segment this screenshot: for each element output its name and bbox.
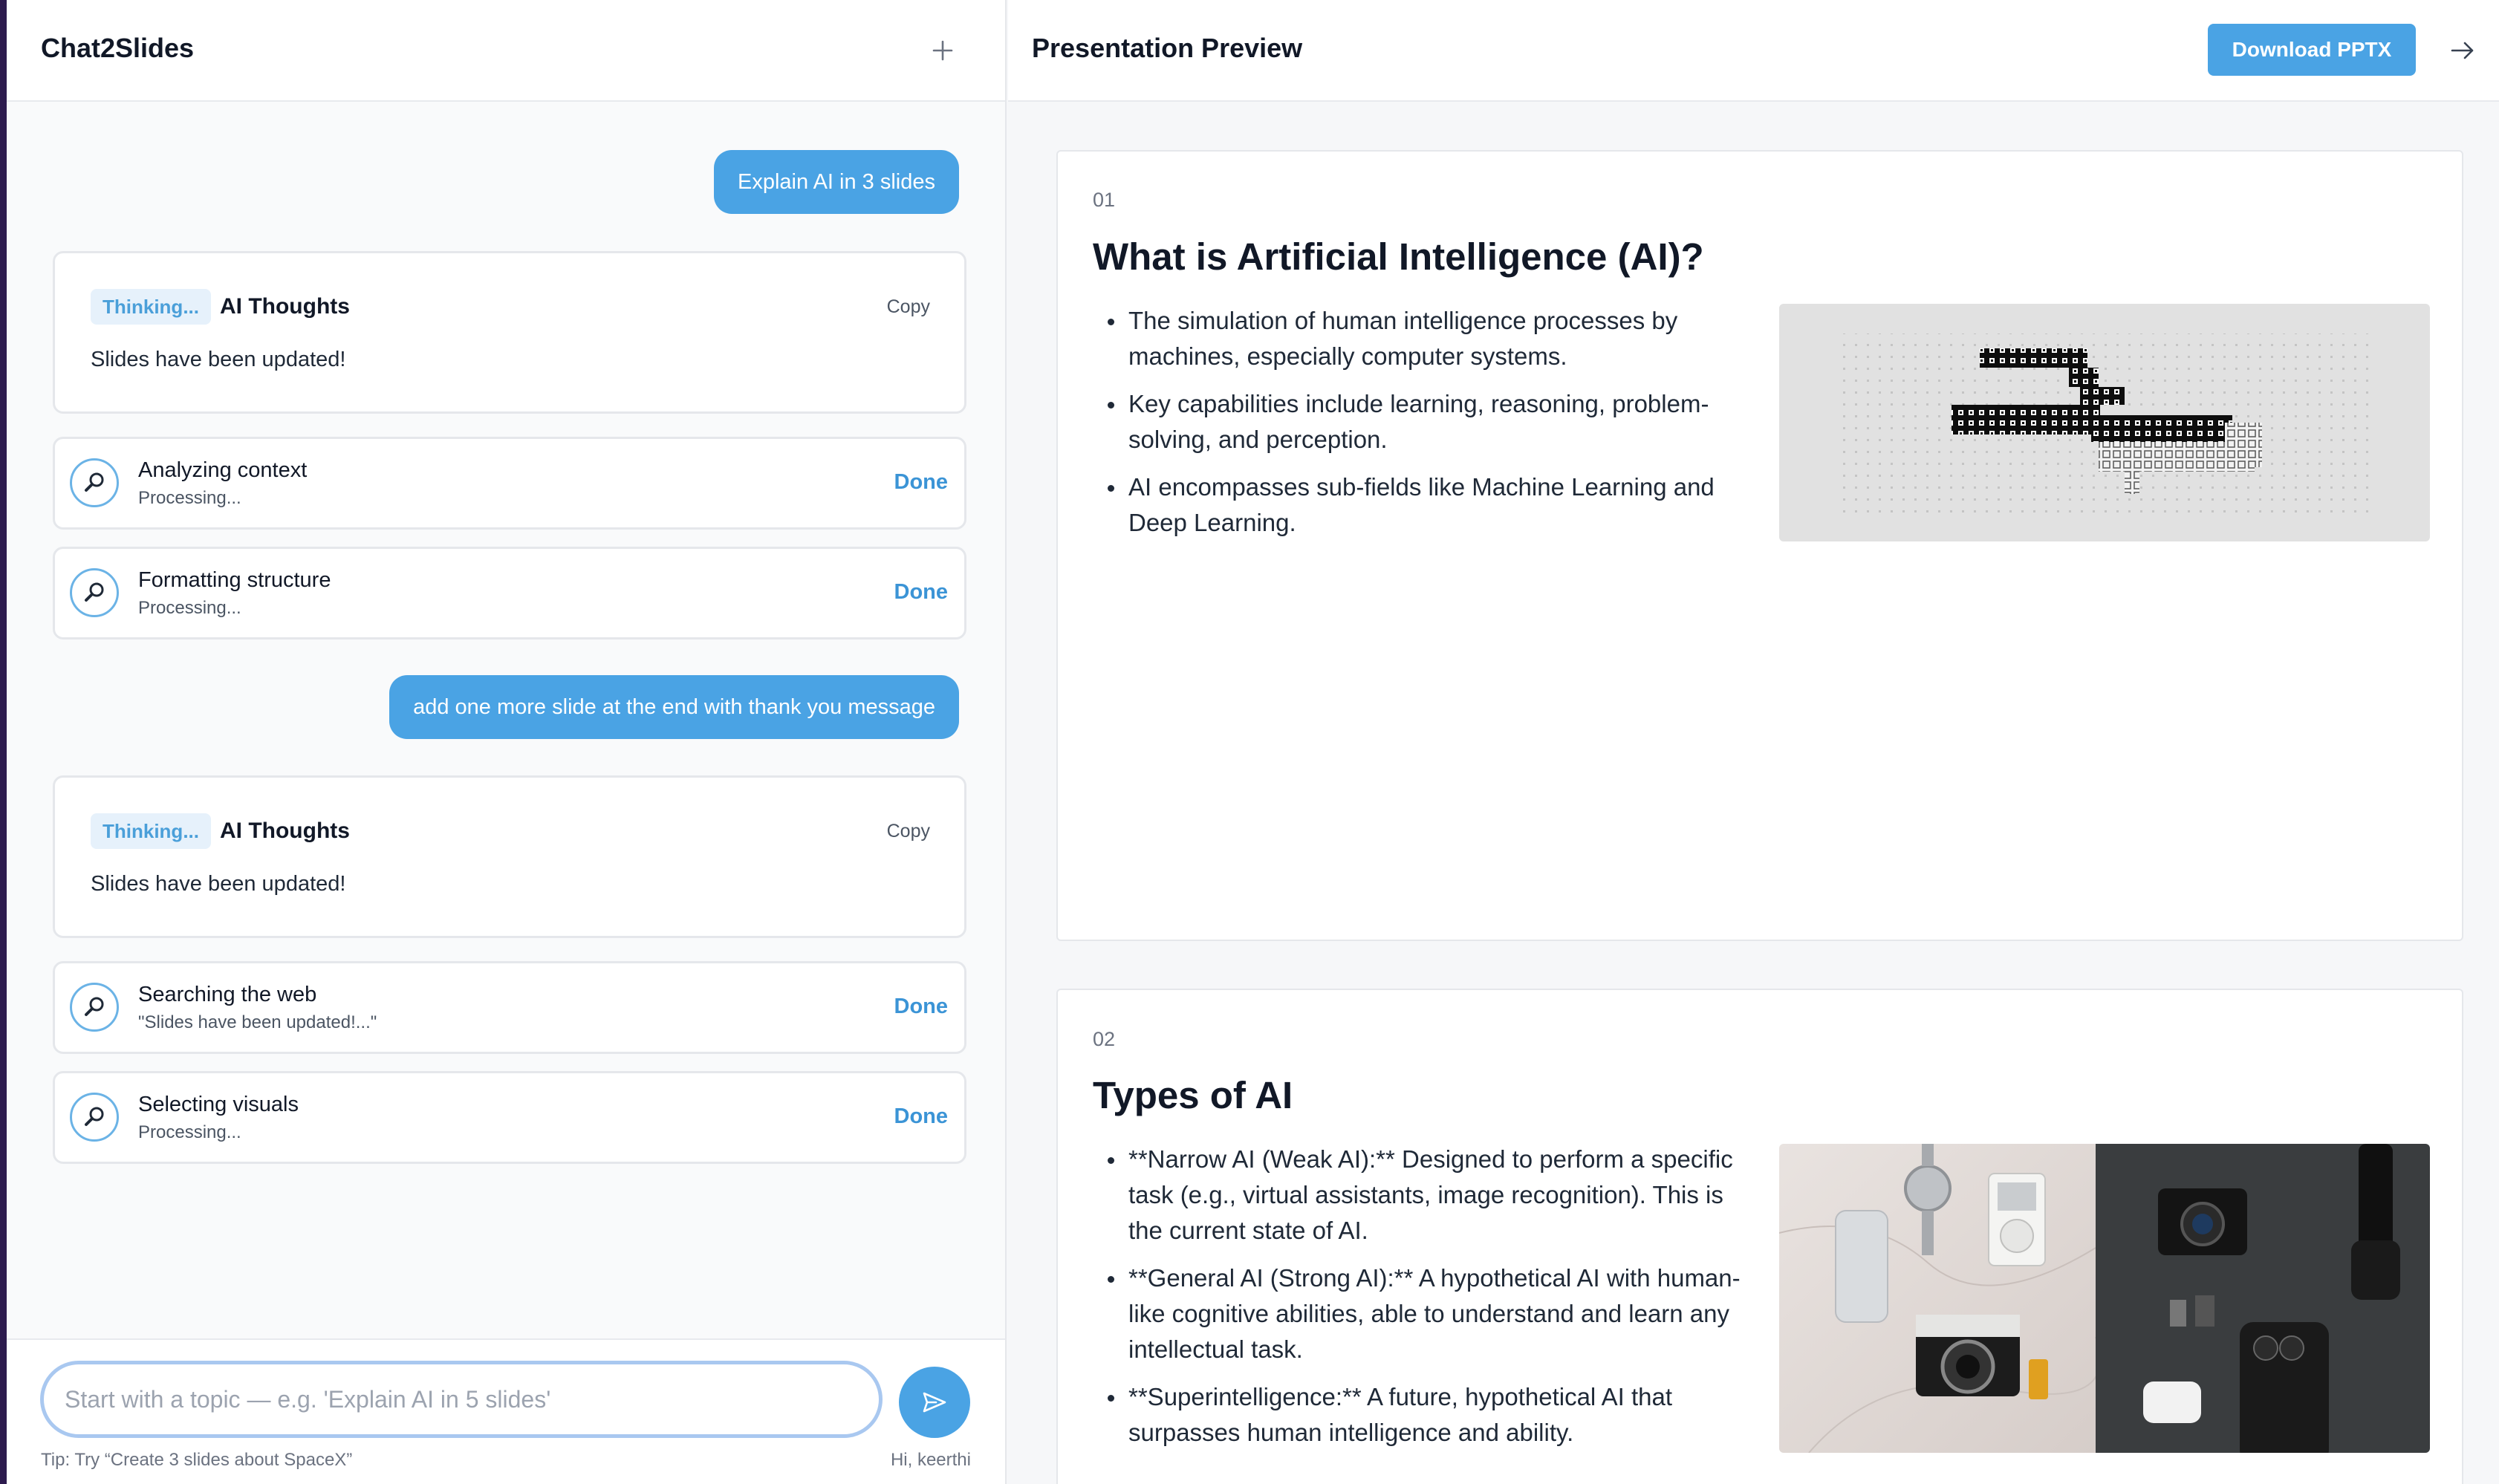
topic-input[interactable]	[40, 1361, 883, 1438]
process-step: Selecting visuals Processing... Done	[53, 1071, 966, 1164]
slide-title: Types of AI	[1093, 1074, 1293, 1116]
preview-panel: Presentation Preview Download PPTX 01 Wh…	[1008, 0, 2499, 1484]
chat-header: Chat2Slides	[7, 0, 1005, 102]
step-name: Analyzing context	[138, 458, 308, 482]
slide-bullet: AI encompasses sub-fields like Machine L…	[1093, 469, 1761, 541]
search-icon	[70, 458, 119, 507]
slide-title: What is Artificial Intelligence (AI)?	[1093, 235, 1704, 278]
user-message: Explain AI in 3 slides	[714, 150, 959, 214]
send-icon	[923, 1392, 946, 1413]
thought-text: Slides have been updated!	[91, 348, 346, 371]
slide-bullets: The simulation of human intelligence pro…	[1093, 303, 1761, 553]
step-done-label: Done	[894, 995, 949, 1018]
slide-bullet: **Narrow AI (Weak AI):** Designed to per…	[1093, 1142, 1761, 1249]
step-name: Selecting visuals	[138, 1093, 299, 1116]
window-edge	[0, 0, 7, 1484]
gadgets-photo	[1779, 1144, 2430, 1453]
user-message-text: Explain AI in 3 slides	[738, 169, 935, 194]
preview-title: Presentation Preview	[1032, 33, 1303, 63]
ai-thought-card: Thinking... AI Thoughts Copy Slides have…	[53, 775, 966, 938]
step-done-label: Done	[894, 1104, 949, 1128]
composer: Tip: Try “Create 3 slides about SpaceX” …	[7, 1338, 1005, 1484]
thought-title: AI Thoughts	[220, 294, 350, 319]
download-pptx-button[interactable]: Download PPTX	[2208, 24, 2416, 76]
collapse-preview-button[interactable]	[2442, 30, 2483, 71]
step-done-label: Done	[894, 470, 949, 494]
slide-number: 01	[1093, 189, 1116, 211]
step-status-text: "Slides have been updated!..."	[138, 1012, 377, 1032]
slide-number: 02	[1093, 1028, 1116, 1050]
step-done-label: Done	[894, 580, 949, 604]
user-message-text: add one more slide at the end with thank…	[413, 694, 935, 719]
process-step: Analyzing context Processing... Done	[53, 437, 966, 530]
thinking-badge: Thinking...	[91, 289, 211, 325]
pixel-art-illustration	[1837, 333, 2372, 519]
copy-button[interactable]: Copy	[887, 821, 930, 842]
app-title: Chat2Slides	[41, 33, 195, 63]
step-status-text: Processing...	[138, 598, 241, 618]
slide-image	[1779, 1144, 2430, 1453]
preview-header: Presentation Preview Download PPTX	[1008, 0, 2499, 102]
step-status-text: Processing...	[138, 1122, 241, 1142]
thought-text: Slides have been updated!	[91, 872, 346, 896]
process-step: Searching the web "Slides have been upda…	[53, 961, 966, 1054]
slide-bullet: Key capabilities include learning, reaso…	[1093, 386, 1761, 458]
step-name: Searching the web	[138, 983, 317, 1006]
user-message: add one more slide at the end with thank…	[389, 675, 959, 739]
plus-icon	[932, 40, 953, 61]
copy-button[interactable]: Copy	[887, 296, 930, 318]
new-chat-button[interactable]	[922, 30, 963, 71]
ai-thought-card: Thinking... AI Thoughts Copy Slides have…	[53, 251, 966, 414]
search-icon	[70, 568, 119, 617]
process-step: Formatting structure Processing... Done	[53, 547, 966, 640]
slide-bullet: **General AI (Strong AI):** A hypothetic…	[1093, 1260, 1761, 1367]
chat-panel: Chat2Slides Explain AI in 3 slides Think…	[7, 0, 1007, 1484]
thinking-badge: Thinking...	[91, 813, 211, 849]
step-status-text: Processing...	[138, 488, 241, 508]
thought-title: AI Thoughts	[220, 819, 350, 843]
user-greeting: Hi, keerthi	[890, 1450, 971, 1470]
slide-image	[1779, 304, 2430, 541]
send-button[interactable]	[899, 1367, 970, 1438]
slide-bullet: **Superintelligence:** A future, hypothe…	[1093, 1379, 1761, 1451]
search-icon	[70, 983, 119, 1032]
slide-card[interactable]: 01 What is Artificial Intelligence (AI)?…	[1056, 150, 2463, 941]
tip-text: Tip: Try “Create 3 slides about SpaceX”	[41, 1450, 353, 1470]
slide-bullet: The simulation of human intelligence pro…	[1093, 303, 1761, 374]
slide-bullets: **Narrow AI (Weak AI):** Designed to per…	[1093, 1142, 1761, 1462]
arrow-right-icon	[2451, 42, 2474, 59]
slide-card[interactable]: 02 Types of AI **Narrow AI (Weak AI):** …	[1056, 989, 2463, 1484]
search-icon	[70, 1093, 119, 1142]
step-name: Formatting structure	[138, 568, 331, 592]
